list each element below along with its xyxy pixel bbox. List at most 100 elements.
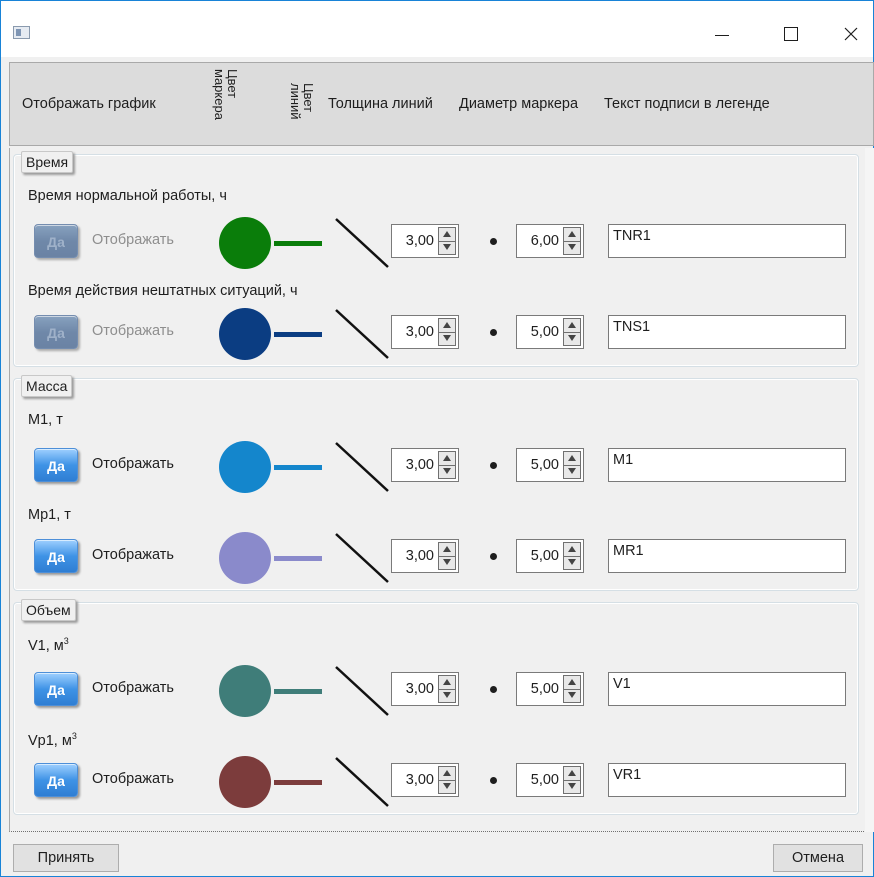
spinner-arrows[interactable]: [438, 766, 456, 794]
close-button[interactable]: [836, 23, 866, 45]
dialog-window: Отображать график Цвет маркера Цвет лини…: [0, 0, 874, 877]
legend-text-input[interactable]: MR1: [608, 539, 846, 573]
line-style-icon: [335, 533, 389, 583]
line-color-swatch[interactable]: [274, 689, 322, 694]
spinner-arrows[interactable]: [438, 318, 456, 346]
series-label: Время действия нештатных ситуаций, ч: [28, 283, 298, 299]
header-marker-color: Цвет маркера: [212, 69, 240, 120]
vertical-scrollbar[interactable]: [865, 148, 874, 832]
marker-diameter-value: 5,00: [530, 457, 559, 473]
series-label-text: Vp1, м: [28, 732, 72, 749]
marker-color-swatch[interactable]: [219, 665, 271, 717]
line-color-swatch[interactable]: [274, 556, 322, 561]
line-thickness-spinner[interactable]: 3,00: [391, 224, 459, 258]
show-toggle-button[interactable]: Да: [34, 539, 78, 573]
legend-text-input[interactable]: V1: [608, 672, 846, 706]
line-style-icon: [335, 757, 389, 807]
line-color-swatch[interactable]: [274, 465, 322, 470]
series-label: V1, м3: [28, 636, 69, 654]
spinner-arrows[interactable]: [438, 542, 456, 570]
marker-color-swatch[interactable]: [219, 756, 271, 808]
show-toggle-button[interactable]: Да: [34, 448, 78, 482]
minimize-button[interactable]: [707, 23, 737, 45]
line-thickness-spinner[interactable]: 3,00: [391, 448, 459, 482]
group-time: Время Время нормальной работы, ч Да Отоб…: [13, 151, 859, 367]
marker-color-swatch[interactable]: [219, 217, 271, 269]
marker-diameter-value: 5,00: [530, 681, 559, 697]
spinner-arrows[interactable]: [438, 227, 456, 255]
accept-button[interactable]: Принять: [13, 844, 119, 872]
line-thickness-spinner[interactable]: 3,00: [391, 763, 459, 797]
line-style-icon: [335, 309, 389, 359]
line-color-swatch[interactable]: [274, 241, 322, 246]
line-thickness-spinner[interactable]: 3,00: [391, 539, 459, 573]
cancel-button[interactable]: Отмена: [773, 844, 863, 872]
line-style-icon: [335, 666, 389, 716]
spinner-arrows[interactable]: [563, 766, 581, 794]
line-thickness-value: 3,00: [405, 548, 434, 564]
show-toggle-label: Отображать: [92, 323, 174, 339]
marker-dot-icon: [490, 329, 497, 336]
show-toggle-button[interactable]: Да: [34, 763, 78, 797]
marker-dot-icon: [490, 777, 497, 784]
marker-diameter-spinner[interactable]: 5,00: [516, 539, 584, 573]
app-icon: [13, 26, 30, 39]
marker-dot-icon: [490, 238, 497, 245]
marker-color-swatch[interactable]: [219, 308, 271, 360]
marker-diameter-spinner[interactable]: 5,00: [516, 448, 584, 482]
group-title: Объем: [21, 599, 76, 621]
spinner-arrows[interactable]: [563, 227, 581, 255]
header-marker-diameter: Диаметр маркера: [459, 96, 579, 112]
group-volume: Объем V1, м3 Да Отображать 3,00 5,00 V1 …: [13, 599, 859, 815]
line-style-icon: [335, 218, 389, 268]
header-line-thickness: Толщина линий: [328, 96, 433, 112]
show-toggle-button[interactable]: Да: [34, 224, 78, 258]
legend-text-input[interactable]: M1: [608, 448, 846, 482]
series-list[interactable]: Время Время нормальной работы, ч Да Отоб…: [9, 148, 874, 832]
header-show-graph: Отображать график: [22, 96, 156, 112]
marker-color-swatch[interactable]: [219, 532, 271, 584]
header-legend-text: Текст подписи в легенде: [604, 96, 770, 112]
line-thickness-spinner[interactable]: 3,00: [391, 315, 459, 349]
marker-color-swatch[interactable]: [219, 441, 271, 493]
series-label: Mp1, т: [28, 507, 71, 523]
show-toggle-label: Отображать: [92, 771, 174, 787]
marker-diameter-spinner[interactable]: 6,00: [516, 224, 584, 258]
series-label-text: V1, м: [28, 637, 64, 654]
marker-diameter-value: 5,00: [530, 548, 559, 564]
marker-diameter-spinner[interactable]: 5,00: [516, 763, 584, 797]
line-thickness-value: 3,00: [405, 772, 434, 788]
line-thickness-value: 3,00: [405, 324, 434, 340]
spinner-arrows[interactable]: [563, 675, 581, 703]
show-toggle-label: Отображать: [92, 680, 174, 696]
legend-text-input[interactable]: TNR1: [608, 224, 846, 258]
spinner-arrows[interactable]: [563, 542, 581, 570]
line-style-icon: [335, 442, 389, 492]
series-label: M1, т: [28, 412, 63, 428]
spinner-arrows[interactable]: [563, 318, 581, 346]
marker-dot-icon: [490, 462, 497, 469]
column-header: Отображать график Цвет маркера Цвет лини…: [9, 62, 874, 146]
marker-dot-icon: [490, 686, 497, 693]
marker-diameter-spinner[interactable]: 5,00: [516, 315, 584, 349]
show-toggle-button[interactable]: Да: [34, 315, 78, 349]
show-toggle-label: Отображать: [92, 547, 174, 563]
spinner-arrows[interactable]: [438, 675, 456, 703]
show-toggle-label: Отображать: [92, 456, 174, 472]
unit-superscript: 3: [71, 731, 77, 741]
legend-text-input[interactable]: VR1: [608, 763, 846, 797]
spinner-arrows[interactable]: [563, 451, 581, 479]
maximize-button[interactable]: [775, 23, 805, 45]
group-title: Масса: [21, 375, 73, 397]
legend-text-input[interactable]: TNS1: [608, 315, 846, 349]
line-thickness-value: 3,00: [405, 457, 434, 473]
spinner-arrows[interactable]: [438, 451, 456, 479]
show-toggle-button[interactable]: Да: [34, 672, 78, 706]
marker-diameter-spinner[interactable]: 5,00: [516, 672, 584, 706]
marker-diameter-value: 6,00: [530, 233, 559, 249]
line-color-swatch[interactable]: [274, 780, 322, 785]
group-title: Время: [21, 151, 74, 173]
line-color-swatch[interactable]: [274, 332, 322, 337]
line-thickness-spinner[interactable]: 3,00: [391, 672, 459, 706]
series-label: Vp1, м3: [28, 731, 77, 749]
